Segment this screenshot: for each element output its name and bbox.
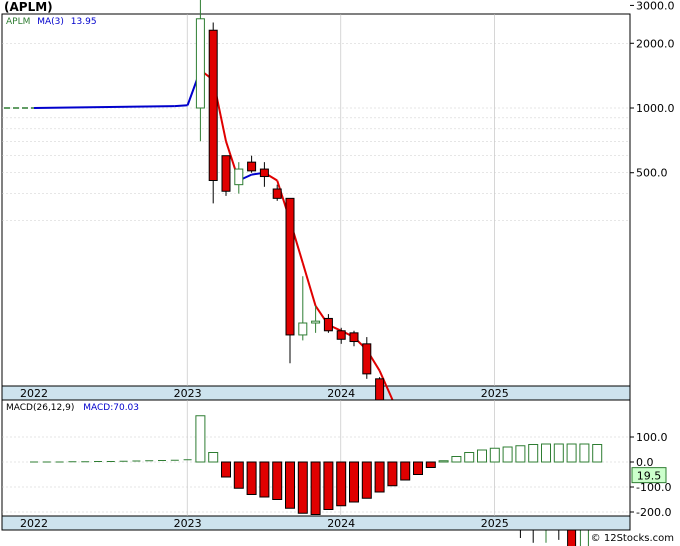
macd-bar: [246, 461, 257, 495]
price-tick-label: 1000.0: [636, 102, 675, 115]
price-legend: APLM MA(3) 13.95: [6, 17, 97, 27]
price-tick-label: 3000.0: [636, 0, 675, 12]
date-axis-label: 2025: [481, 517, 509, 530]
footer-copyright: © 12Stocks.com: [590, 533, 674, 544]
candle-body: [336, 330, 346, 340]
macd-legend: MACD(26,12,9) MACD:70.03: [6, 403, 139, 413]
macd-bar: [297, 461, 308, 514]
macd-bar: [464, 452, 475, 463]
macd-label: MACD(26,12,9): [6, 403, 75, 413]
macd-tick-label: 100.0: [636, 431, 668, 444]
macd-bar: [579, 443, 590, 463]
date-axis-label: 2024: [327, 387, 355, 400]
candle-body: [362, 343, 372, 375]
macd-bar: [336, 461, 347, 507]
ma-segment: [174, 104, 188, 108]
candle-body: [311, 320, 321, 324]
date-axis-label: 2024: [327, 517, 355, 530]
macd-value: MACD:70.03: [83, 403, 140, 413]
macd-bar: [425, 461, 436, 468]
macd-bar: [323, 461, 334, 510]
macd-panel: 2022 2023 2024 2025 100.0 0.0 -100.0 -200.0: [1, 399, 671, 531]
macd-bar: [259, 461, 270, 498]
candle-body: [234, 168, 244, 186]
date-axis-label: 2023: [174, 517, 202, 530]
macd-bar: [285, 461, 295, 509]
price-tick-label: 500.0: [636, 167, 668, 180]
macd-bar: [438, 460, 449, 463]
macd-date-axis: [1, 515, 631, 531]
macd-tick-label: 0.0: [636, 456, 654, 469]
candle-body: [259, 168, 269, 178]
legend-ma-label: MA(3): [37, 17, 64, 27]
macd-bar: [208, 452, 219, 463]
date-axis-label: 2025: [481, 387, 509, 400]
candle-body: [298, 322, 308, 336]
macd-bar: [489, 447, 500, 463]
macd-bar: [592, 444, 603, 463]
candle-body: [285, 197, 295, 336]
legend-ma-value: 13.95: [70, 17, 97, 27]
legend-ticker: APLM: [6, 17, 31, 27]
macd-bar: [502, 446, 513, 463]
macd-bar: [387, 461, 398, 487]
date-axis-label: 2023: [174, 387, 202, 400]
stock-chart: 2022202320242025500.01000.02000.03000.04…: [1, 0, 675, 546]
candle-body: [195, 18, 205, 109]
macd-bar: [310, 461, 321, 515]
macd-bar: [349, 461, 359, 503]
price-tick-label: 2000.0: [636, 37, 675, 50]
macd-bar: [566, 443, 577, 463]
macd-bar: [374, 461, 385, 493]
candle-body: [272, 188, 282, 199]
macd-bar: [477, 449, 487, 463]
macd-bar: [553, 443, 564, 463]
macd-bar: [361, 461, 372, 499]
candle-body: [208, 29, 218, 182]
macd-bar: [221, 461, 231, 478]
candle-body: [323, 317, 333, 332]
macd-bar: [195, 415, 206, 463]
macd-bar: [272, 461, 283, 500]
candle-body: [221, 155, 231, 192]
candle-body: [247, 161, 257, 172]
macd-bar: [413, 461, 423, 475]
macd-bar: [233, 461, 244, 489]
macd-bar: [541, 443, 551, 463]
macd-bar: [528, 444, 539, 463]
date-axis-label: 2022: [20, 517, 48, 530]
candle-body: [349, 332, 359, 343]
macd-bar: [451, 456, 462, 463]
macd-bar: [400, 461, 411, 481]
macd-tick-label: -100.0: [636, 481, 671, 494]
macd-bar: [515, 445, 526, 463]
macd-tick-label: -200.0: [636, 506, 671, 519]
price-date-axis: [1, 385, 631, 401]
date-axis-label: 2022: [20, 387, 48, 400]
